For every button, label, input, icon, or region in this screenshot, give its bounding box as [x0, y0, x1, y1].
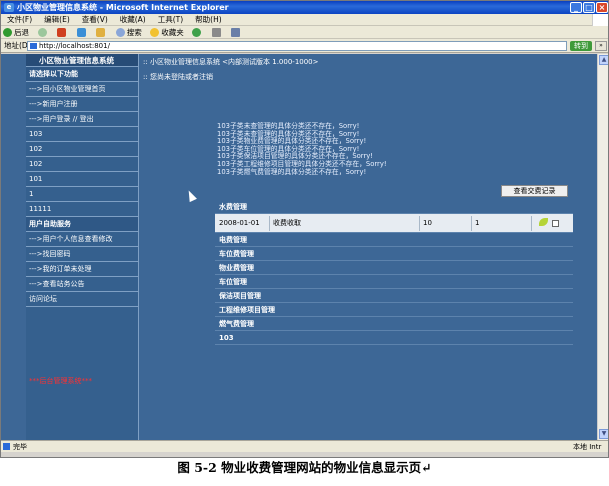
home-icon — [96, 28, 106, 37]
sidebar-item-11111[interactable]: 11111 — [26, 202, 138, 217]
scroll-up-icon[interactable]: ▲ — [599, 55, 608, 65]
menu-help[interactable]: 帮助(H) — [189, 14, 228, 26]
mouse-cursor-icon — [185, 188, 197, 203]
sidebar-item-102b[interactable]: 102 — [26, 157, 138, 172]
toolbar: 后退 搜索 收藏夹 — [1, 26, 608, 39]
forward-arrow-icon — [37, 28, 47, 37]
message-list: 103子类未查管理的具体分类还不存在，Sorry! 103子类未查管理的具体分类… — [217, 122, 387, 176]
column-divider — [471, 216, 472, 231]
title-bar: e 小区物业管理信息系统 - Microsoft Internet Explor… — [1, 1, 608, 14]
sidebar-section-functions: 请选择以下功能 — [26, 67, 138, 82]
sidebar-item-register[interactable]: --->新用户注册 — [26, 97, 138, 112]
history-button[interactable] — [190, 26, 203, 39]
window-title: 小区物业管理信息系统 - Microsoft Internet Explorer — [17, 3, 229, 12]
page-viewport: 小区物业管理信息系统 请选择以下功能 --->回小区物业管理首页 --->新用户… — [1, 54, 597, 440]
sidebar-item-forum[interactable]: 访问论坛 — [26, 292, 138, 307]
row-type: 收费收取 — [273, 219, 301, 227]
stop-icon — [57, 28, 67, 37]
row-qty: 10 — [423, 219, 432, 227]
message-line: 103子类燃气费管理的具体分类还不存在，Sorry! — [217, 167, 367, 176]
browser-window: e 小区物业管理信息系统 - Microsoft Internet Explor… — [0, 0, 609, 458]
category-electricity[interactable]: 电费管理 — [215, 233, 573, 247]
breadcrumb: :: 小区物业管理信息系统 <内部测试版本 1.000-1000> — [143, 58, 319, 66]
column-divider — [419, 216, 420, 231]
zone-text: 本地 Intr — [573, 443, 602, 451]
address-input[interactable]: http://localhost:801/ — [27, 41, 567, 51]
refresh-icon — [76, 28, 86, 37]
menu-file[interactable]: 文件(F) — [1, 14, 38, 26]
sidebar-title: 小区物业管理信息系统 — [26, 54, 138, 67]
menu-tools[interactable]: 工具(T) — [152, 14, 189, 26]
row-date: 2008-01-01 — [219, 219, 260, 227]
address-bar: 地址(D) http://localhost:801/ 转到 » — [1, 39, 608, 53]
status-text: 完毕 — [13, 443, 27, 451]
menu-bar: 文件(F) 编辑(E) 查看(V) 收藏(A) 工具(T) 帮助(H) — [1, 14, 608, 26]
stop-button[interactable] — [55, 26, 68, 39]
figure-caption: 图 5-2 物业收费管理网站的物业信息显示页↵ — [177, 460, 432, 475]
back-button[interactable]: 后退 — [1, 26, 29, 39]
sidebar-item-orders[interactable]: --->我的订单未处理 — [26, 262, 138, 277]
sidebar-item-102a[interactable]: 102 — [26, 142, 138, 157]
category-water[interactable]: 水费管理 — [215, 200, 573, 214]
edit-leaf-icon[interactable] — [539, 218, 548, 226]
category-parking[interactable]: 车位管理 — [215, 275, 573, 289]
home-button[interactable] — [94, 26, 107, 39]
page-icon — [3, 443, 10, 450]
sidebar-item-notices[interactable]: --->查看站务公告 — [26, 277, 138, 292]
sidebar-item-login[interactable]: --->用户登录 // 登出 — [26, 112, 138, 127]
category-103[interactable]: 103 — [215, 331, 573, 345]
sidebar-item-recover-password[interactable]: --->找回密码 — [26, 247, 138, 262]
status-bar: 完毕 本地 Intr — [1, 440, 608, 452]
login-status: :: 您尚未登陆或者注销 — [143, 73, 213, 81]
sidebar-item-103[interactable]: 103 — [26, 127, 138, 142]
vertical-scrollbar[interactable]: ▲ ▼ — [597, 54, 608, 440]
menu-favorites[interactable]: 收藏(A) — [114, 14, 152, 26]
scroll-down-icon[interactable]: ▼ — [599, 429, 608, 439]
row-checkbox[interactable] — [552, 220, 559, 227]
minimize-button[interactable]: _ — [570, 2, 582, 13]
back-arrow-icon — [3, 28, 12, 37]
maximize-button[interactable]: □ — [583, 2, 595, 13]
refresh-button[interactable] — [75, 26, 88, 39]
page-icon — [30, 43, 37, 49]
search-button[interactable]: 搜索 — [114, 26, 142, 39]
mail-icon — [211, 28, 221, 37]
favorites-button[interactable]: 收藏夹 — [148, 26, 184, 39]
column-divider — [269, 216, 270, 231]
menu-edit[interactable]: 编辑(E) — [38, 14, 76, 26]
sidebar: 小区物业管理信息系统 请选择以下功能 --->回小区物业管理首页 --->新用户… — [26, 54, 139, 440]
admin-link[interactable]: ***后台管理系统*** — [29, 376, 92, 386]
category-parking-fee[interactable]: 车位费管理 — [215, 247, 573, 261]
links-button[interactable]: » — [595, 41, 607, 51]
sidebar-item-home[interactable]: --->回小区物业管理首页 — [26, 82, 138, 97]
sidebar-item-101[interactable]: 101 — [26, 172, 138, 187]
category-gas[interactable]: 燃气费管理 — [215, 317, 573, 331]
column-divider — [531, 216, 532, 231]
forward-button[interactable] — [36, 26, 49, 39]
print-button[interactable] — [229, 26, 242, 39]
table-row: 2008-01-01 收费收取 10 1 — [215, 214, 573, 233]
category-maintenance[interactable]: 工程维修项目管理 — [215, 303, 573, 317]
category-cleaning[interactable]: 保洁项目管理 — [215, 289, 573, 303]
row-num: 1 — [475, 219, 480, 227]
ie-logo-icon: e — [4, 3, 14, 12]
windows-flag-icon — [592, 14, 608, 26]
view-records-button[interactable]: 查看交费记录 — [501, 185, 568, 197]
menu-view[interactable]: 查看(V) — [76, 14, 114, 26]
history-icon — [192, 28, 202, 37]
sidebar-item-profile[interactable]: --->用户个人信息查看修改 — [26, 232, 138, 247]
sidebar-section-self-service: 用户自助服务 — [26, 217, 138, 232]
fee-category-table: 水费管理 2008-01-01 收费收取 10 1 电费管理 车位费管理 物业费… — [215, 200, 573, 345]
category-property-fee[interactable]: 物业费管理 — [215, 261, 573, 275]
sidebar-item-1[interactable]: 1 — [26, 187, 138, 202]
search-icon — [115, 28, 125, 37]
mail-button[interactable] — [210, 26, 223, 39]
close-button[interactable]: × — [596, 2, 608, 13]
go-button[interactable]: 转到 — [570, 41, 592, 51]
print-icon — [231, 28, 241, 37]
star-icon — [150, 28, 160, 37]
